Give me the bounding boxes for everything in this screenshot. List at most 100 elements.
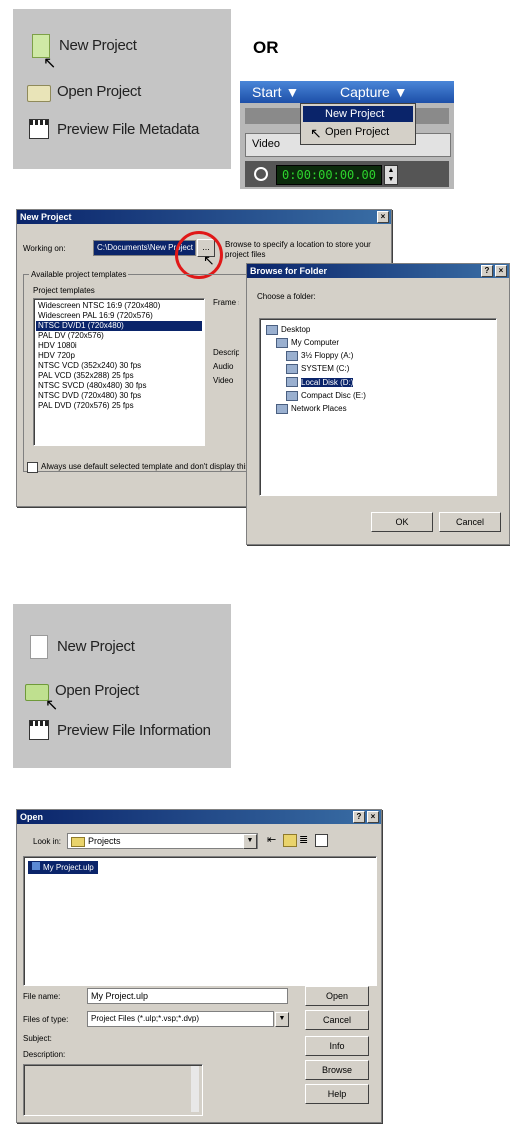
help-button[interactable]: Help (305, 1084, 369, 1104)
cancel-button[interactable]: Cancel (305, 1010, 369, 1030)
tree-item[interactable]: 3½ Floppy (A:) (266, 351, 490, 362)
description-label: Description: (23, 1050, 66, 1059)
ok-button[interactable]: OK (371, 512, 433, 532)
new-document-icon (29, 33, 51, 58)
open-button[interactable]: Open (305, 986, 369, 1006)
scrollbar[interactable] (191, 1066, 199, 1112)
open-dialog: Open? × Look in: Projects ▼ ⇤ ≣ My Projec… (16, 809, 382, 1123)
preview-file-item[interactable]: Preview File Metadata (27, 117, 199, 141)
list-header: Project templates (33, 286, 95, 295)
or-label: OR (253, 38, 279, 57)
list-view-icon[interactable]: ≣ (299, 834, 311, 846)
help-icon[interactable]: ? (353, 811, 365, 823)
mouse-cursor-icon: ↖ (310, 125, 322, 141)
open-folder-icon (25, 678, 49, 702)
template-item[interactable]: NTSC SVCD (480x480) 30 fps (36, 381, 202, 391)
new-folder-icon[interactable] (283, 834, 297, 847)
filetype-select[interactable]: Project Files (*.ulp;*.vsp;*.dvp) (87, 1011, 274, 1027)
cancel-button[interactable]: Cancel (439, 512, 501, 532)
close-icon[interactable]: × (377, 211, 389, 223)
filetype-label: Files of type: (23, 1015, 69, 1024)
path-label: Working on: (23, 244, 66, 253)
template-item[interactable]: NTSC DV/D1 (720x480) (36, 321, 202, 331)
help-icon[interactable]: ? (481, 265, 493, 277)
preview-file-item[interactable]: Preview File Information (27, 718, 211, 742)
template-item[interactable]: Widescreen NTSC 16:9 (720x480) (36, 301, 202, 311)
checkbox[interactable] (27, 462, 38, 473)
browse-titlebar: Browse for Folder? × (247, 264, 509, 278)
timecode-spin-button[interactable]: ▲ ▼ (384, 165, 398, 185)
dialog-title: New Project (20, 212, 72, 222)
open-project-item[interactable]: Open Project (25, 678, 139, 702)
open-project-item[interactable]: Open Project (27, 79, 141, 103)
app-menubar-panel: Start ▼ Capture ▼ Video 0:00:00:00.00 ▲ ▼… (240, 81, 454, 189)
mouse-cursor-icon: ↖ (203, 252, 215, 268)
file-item[interactable]: My Project.ulp (28, 861, 98, 874)
open-titlebar: Open? × (17, 810, 381, 824)
tree-item[interactable]: Local Disk (D:) (266, 377, 490, 388)
new-project-item[interactable]: New Project (27, 634, 135, 659)
template-item[interactable]: HDV 1080i (36, 341, 202, 351)
folder-tree-items: Desktop My Computer 3½ Floppy (A:) SYSTEM (… (260, 319, 496, 423)
details-video: Video (213, 376, 234, 385)
dropdown-new-project[interactable]: New Project (303, 106, 413, 122)
filename-input[interactable]: My Project.ulp (87, 988, 288, 1004)
template-item[interactable]: PAL VCD (352x288) 25 fps (36, 371, 202, 381)
template-item[interactable]: PAL DVD (720x576) 25 fps (36, 401, 202, 411)
templates-list[interactable]: Widescreen NTSC 16:9 (720x480) Widescreen… (33, 298, 205, 446)
info-button[interactable]: Info (305, 1036, 369, 1056)
tab-start[interactable]: Start ▼ (252, 84, 299, 100)
folder-tree[interactable]: Desktop My Computer 3½ Floppy (A:) SYSTEM (… (259, 318, 497, 496)
group-label: Available project templates (29, 270, 129, 280)
new-project-item[interactable]: New Project (29, 33, 137, 58)
timecode-display: 0:00:00:00.00 (276, 165, 382, 185)
details-audio: Audio (213, 362, 234, 371)
folder-icon (71, 836, 85, 847)
details-view-icon[interactable] (315, 834, 328, 847)
drive-icon (276, 338, 288, 349)
browse-title: Browse for Folder (250, 266, 328, 276)
subject-label: Subject: (23, 1034, 52, 1043)
tree-item[interactable]: Network Places (266, 403, 490, 414)
template-item[interactable]: PAL DV (720x576) (36, 331, 202, 341)
template-details: Frame size Description Audio Video (213, 286, 239, 436)
template-item[interactable]: NTSC VCD (352x240) 30 fps (36, 361, 202, 371)
template-item[interactable]: Widescreen PAL 16:9 (720x576) (36, 311, 202, 321)
project-menu-panel-2: New Project Open Project ↖ Preview File … (13, 604, 231, 768)
look-in-select[interactable]: Projects (67, 833, 258, 849)
browse-folder-dialog: Browse for Folder? × Choose a folder: Des… (246, 263, 510, 545)
up-folder-icon[interactable]: ⇤ (267, 834, 279, 846)
drive-icon (266, 325, 278, 335)
look-in-value: Projects (88, 836, 121, 846)
file-list[interactable]: My Project.ulp (23, 856, 377, 986)
tree-item[interactable]: Compact Disc (E:) (266, 390, 490, 401)
tree-item[interactable]: My Computer (266, 338, 490, 349)
checkbox-label: Always use default selected template and… (41, 462, 247, 471)
drive-icon (286, 364, 298, 375)
drive-icon (286, 390, 298, 401)
templates-list-items: Widescreen NTSC 16:9 (720x480) Widescreen… (34, 299, 204, 413)
close-icon[interactable]: × (367, 811, 379, 823)
filetype-dropdown-button[interactable]: ▼ (275, 1012, 289, 1027)
template-item[interactable]: NTSC DVD (720x480) 30 fps (36, 391, 202, 401)
tree-item[interactable]: Desktop (266, 325, 490, 335)
film-preview-icon (27, 117, 49, 141)
details-frame-size: Frame size (213, 298, 239, 307)
path-help-text: Browse to specify a location to store yo… (225, 240, 371, 259)
description-box (23, 1064, 203, 1116)
close-icon[interactable]: × (495, 265, 507, 277)
template-item[interactable]: HDV 720p (36, 351, 202, 361)
browse-button[interactable]: Browse (305, 1060, 369, 1080)
tab-capture[interactable]: Capture ▼ (340, 84, 408, 100)
drive-icon (286, 351, 298, 362)
film-preview-icon (27, 718, 49, 742)
video-label: Video (252, 138, 280, 150)
tree-item[interactable]: SYSTEM (C:) (266, 364, 490, 375)
look-in-label: Look in: (33, 837, 62, 846)
project-menu-panel-1: New Project ↖ Open Project Preview File … (13, 9, 231, 169)
drive-icon (276, 403, 288, 414)
new-document-icon (27, 634, 49, 659)
open-title: Open (20, 812, 44, 822)
look-in-dropdown-button[interactable]: ▼ (243, 834, 257, 849)
browse-prompt: Choose a folder: (257, 292, 316, 301)
